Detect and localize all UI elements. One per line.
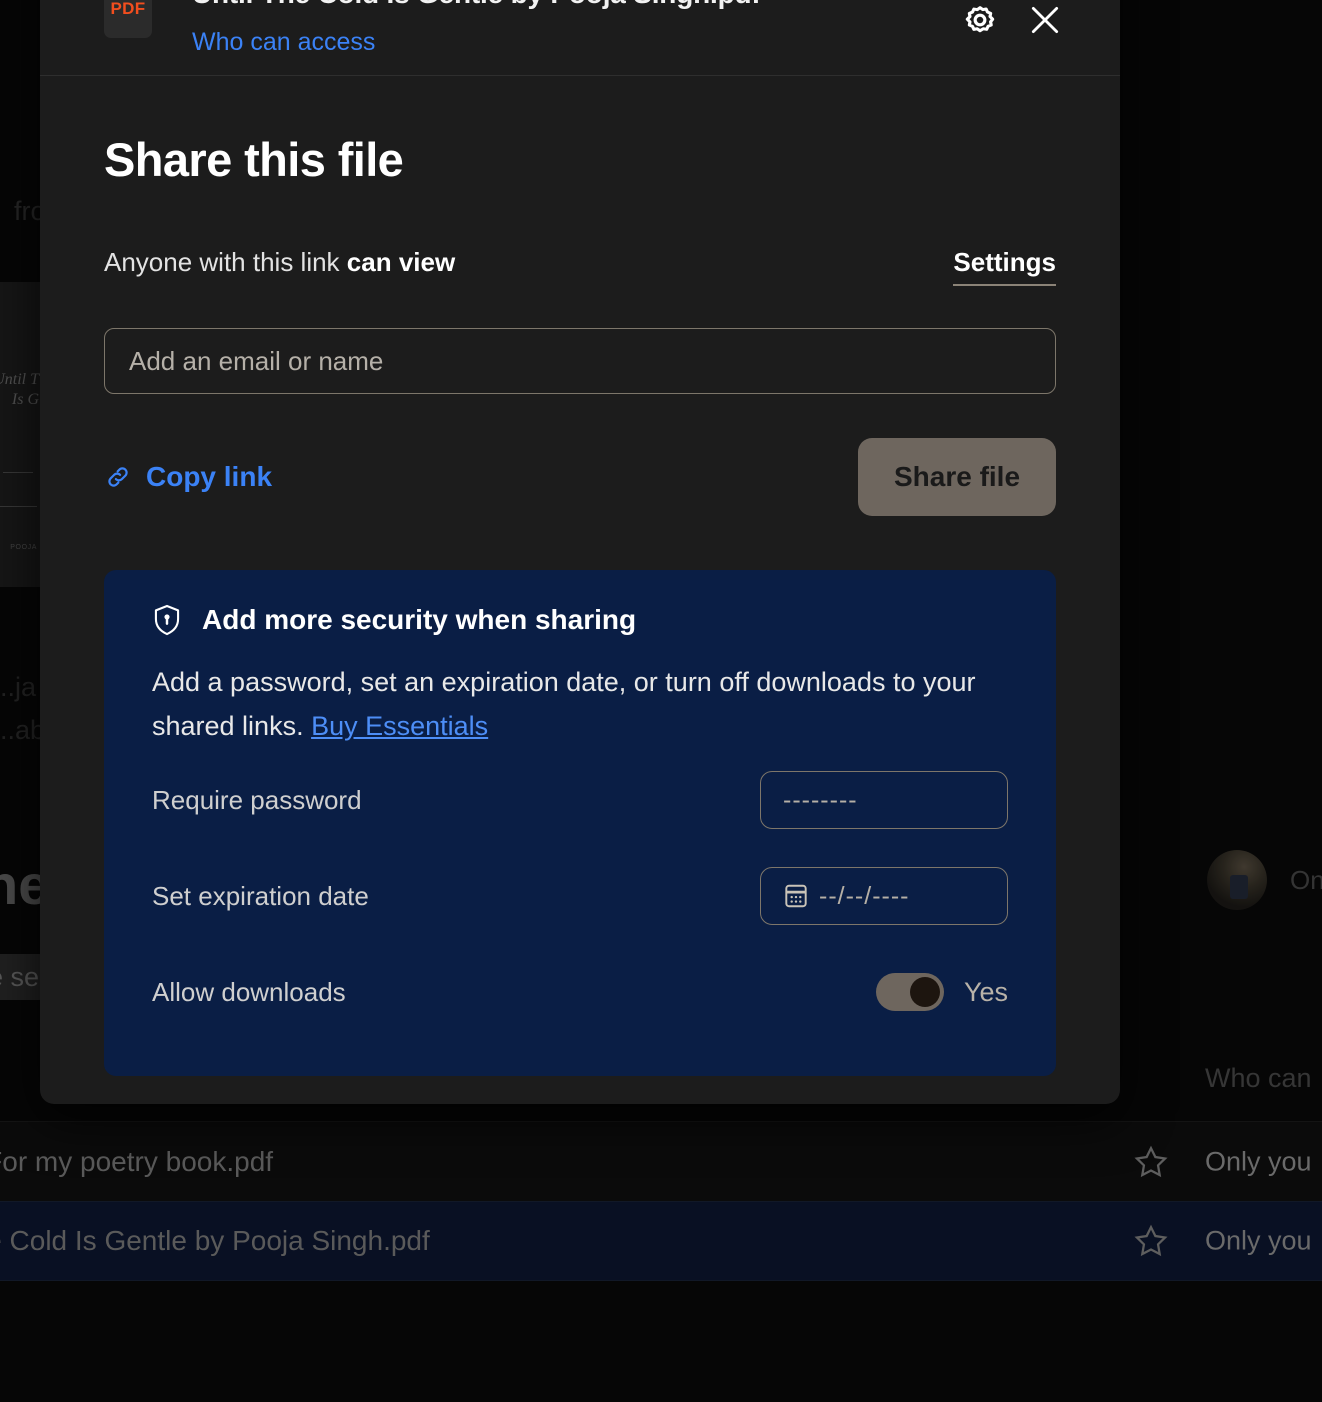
preview-divider-2: [0, 506, 37, 507]
background-search-fragment: e se: [0, 962, 39, 992]
allow-downloads-value: Yes: [963, 976, 1008, 1007]
preview-title-line-1: Until T: [0, 371, 39, 388]
copy-link-label: Copy link: [146, 461, 273, 492]
file-name: l The Cold Is Gentle by Pooja Singh.pdf: [0, 1225, 430, 1256]
file-name: ple For my poetry book.pdf: [0, 1145, 274, 1177]
set-expiration-date-label: Set expiration date: [152, 880, 369, 911]
background-tag-fragment-1: ..ja: [0, 672, 37, 702]
table-row[interactable]: ple For my poetry book.pdf Only you: [0, 1121, 1322, 1201]
background-owner-fragment: On: [1290, 865, 1322, 895]
set-expiration-date-row: Set expiration date --/--/----: [152, 852, 1008, 940]
allow-downloads-row: Allow downloads Yes: [152, 948, 1008, 1036]
preview-footer: POOJA: [10, 544, 37, 551]
dialog-body: Share this file Anyone with this link ca…: [40, 132, 1120, 1076]
copy-link-button[interactable]: Copy link: [104, 461, 272, 493]
buy-essentials-link[interactable]: Buy Essentials: [311, 711, 488, 741]
preview-divider-1: [3, 472, 33, 473]
require-password-row: Require password --------: [152, 756, 1008, 844]
link-permission-prefix: Anyone with this link: [104, 247, 347, 277]
require-password-label: Require password: [152, 784, 362, 815]
link-permission-value: can view: [346, 247, 456, 277]
file-preview-thumbnail: Until T Is G POOJA: [0, 282, 45, 587]
allow-downloads-control: Yes: [875, 973, 1008, 1011]
settings-link[interactable]: Settings: [953, 247, 1056, 286]
dialog-file-title: Until The Cold Is Gentle by Pooja Singh.…: [192, 0, 761, 10]
dialog-header: PDF Until The Cold Is Gentle by Pooja Si…: [40, 0, 1120, 76]
security-panel-description: Add a password, set an expiration date, …: [152, 660, 1008, 748]
require-password-input[interactable]: --------: [760, 771, 1008, 829]
security-upsell-panel: Add more security when sharing Add a pas…: [104, 570, 1056, 1076]
file-access-label: Only you: [1205, 1146, 1312, 1176]
link-permission-text: Anyone with this link can view: [104, 247, 455, 278]
allow-downloads-toggle[interactable]: [875, 973, 944, 1011]
security-description-text: Add a password, set an expiration date, …: [152, 667, 976, 741]
who-can-access-link[interactable]: Who can access: [192, 28, 375, 57]
calendar-icon: [785, 884, 807, 908]
set-expiration-date-input[interactable]: --/--/----: [760, 867, 1008, 925]
set-expiration-date-placeholder: --/--/----: [819, 881, 910, 910]
require-password-placeholder: --------: [783, 785, 858, 814]
gear-icon[interactable]: [960, 0, 1000, 40]
file-access-label: Only you: [1205, 1225, 1312, 1256]
background-search-box: e se: [0, 954, 45, 1000]
link-permission-row: Anyone with this link can view Settings: [104, 247, 1056, 286]
table-row[interactable]: l The Cold Is Gentle by Pooja Singh.pdf …: [0, 1201, 1322, 1281]
email-or-name-input[interactable]: [104, 328, 1056, 394]
preview-title-line-2: Is G: [11, 391, 39, 408]
share-actions-row: Copy link Share file: [104, 438, 1056, 516]
link-chain-icon: [108, 467, 128, 487]
shield-keyhole-icon: [154, 604, 180, 636]
avatar: [1207, 850, 1267, 910]
background-who-can-access-fragment: Who can: [1205, 1063, 1312, 1093]
close-icon[interactable]: [1025, 0, 1065, 40]
star-outline-icon[interactable]: [1133, 1144, 1169, 1180]
page-title: Share this file: [104, 133, 404, 186]
share-file-dialog: PDF Until The Cold Is Gentle by Pooja Si…: [40, 0, 1120, 1104]
security-panel-header: Add more security when sharing: [152, 604, 1008, 636]
allow-downloads-label: Allow downloads: [152, 976, 346, 1007]
star-outline-icon[interactable]: [1133, 1223, 1169, 1259]
share-file-button[interactable]: Share file: [858, 438, 1056, 516]
pdf-file-icon: PDF: [104, 0, 152, 38]
security-panel-heading: Add more security when sharing: [202, 604, 637, 635]
